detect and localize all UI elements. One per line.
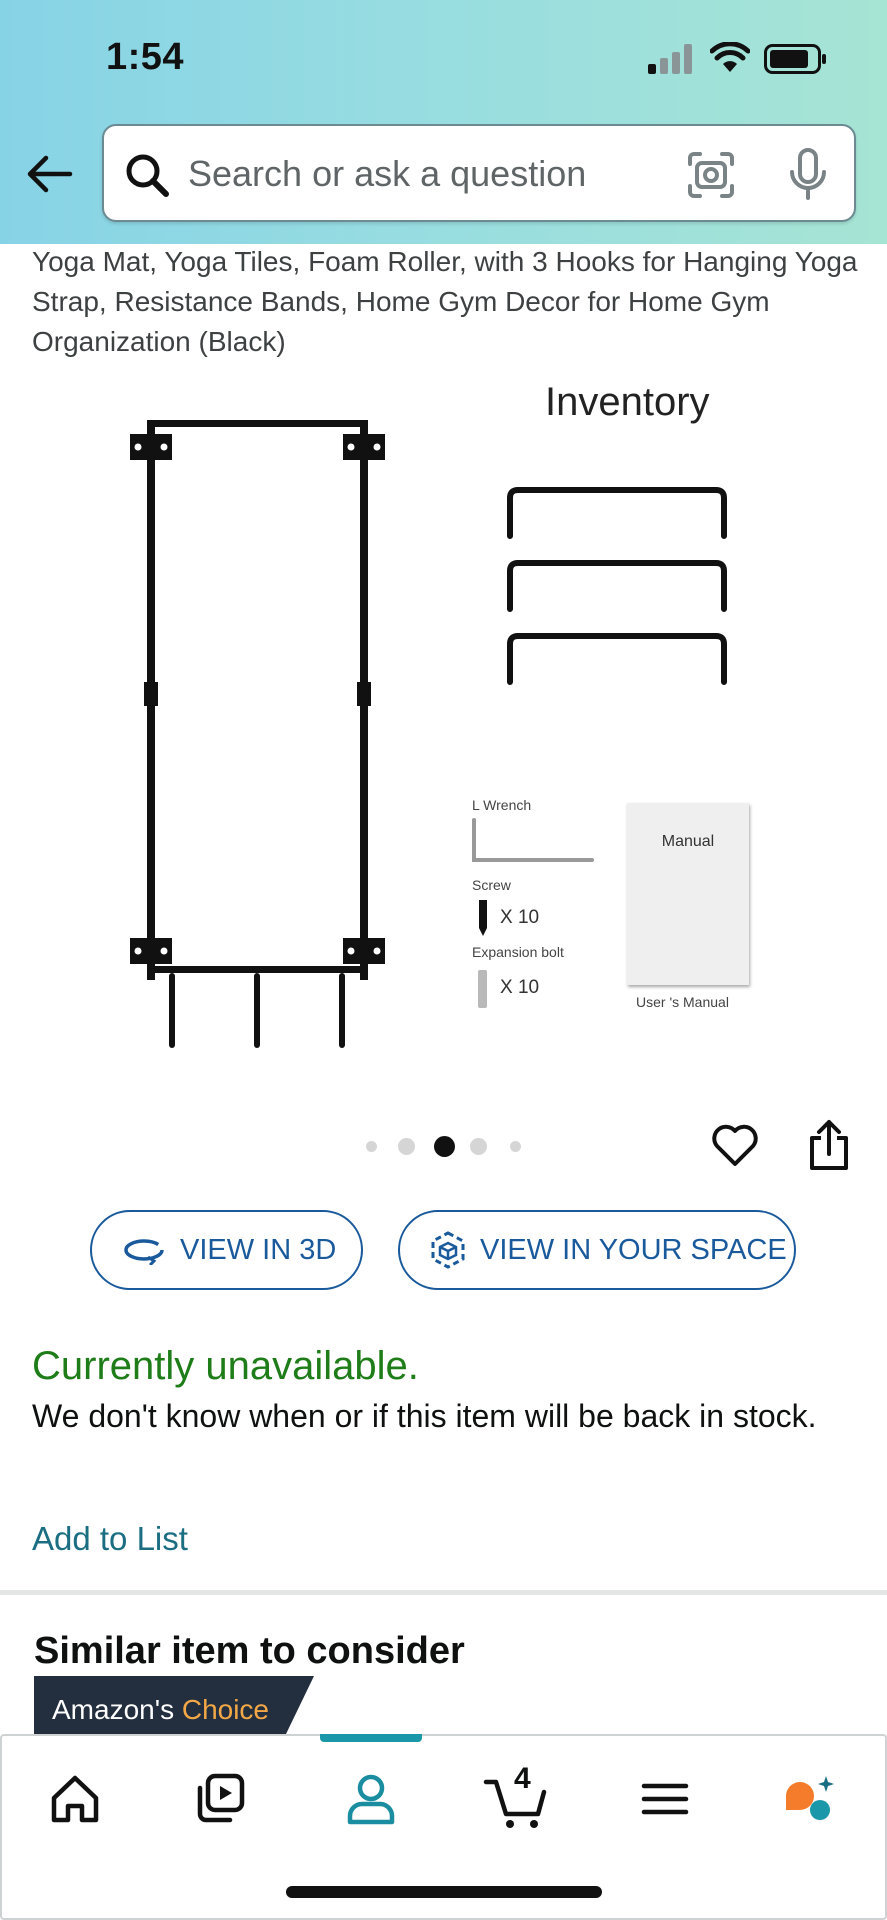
home-icon[interactable] (40, 1764, 110, 1834)
camera-lens-icon[interactable] (686, 150, 736, 200)
inventory-title: Inventory (545, 380, 710, 424)
availability-description: We don't know when or if this item will … (32, 1398, 817, 1434)
expansion-bolt-illustration (478, 970, 487, 1008)
screw-qty-label: X 10 (500, 907, 540, 928)
share-icon[interactable] (804, 1118, 854, 1172)
similar-item-heading: Similar item to consider (34, 1630, 465, 1672)
section-divider (0, 1590, 887, 1595)
product-title: Yoga Mat, Yoga Tiles, Foam Roller, with … (32, 246, 858, 357)
l-wrench-label: L Wrench (472, 797, 532, 813)
rack-frame-illustration (130, 420, 385, 1048)
bolt-qty-label: X 10 (500, 977, 540, 998)
heart-icon[interactable] (710, 1120, 760, 1170)
cart-count: 4 (514, 1762, 531, 1795)
manual-illustration: Manual (627, 803, 749, 985)
rotate-3d-icon (124, 1239, 164, 1265)
microphone-icon[interactable] (788, 148, 828, 202)
status-time: 1:54 (106, 36, 185, 78)
carousel-dots[interactable] (360, 1136, 530, 1157)
user-manual-label: User 's Manual (636, 994, 729, 1010)
carousel-dot-active[interactable] (434, 1136, 455, 1157)
menu-icon[interactable] (630, 1764, 700, 1834)
hook-bars-illustration (507, 487, 727, 685)
view-in-your-space-label: VIEW IN YOUR SPACE (480, 1233, 787, 1266)
amazons-choice-badge: Amazon's Choice (34, 1676, 314, 1734)
header: 1:54 (0, 0, 887, 244)
badge-prefix: Amazon's (52, 1694, 175, 1725)
screw-illustration (479, 900, 487, 936)
rufus-assistant-icon[interactable] (776, 1764, 846, 1834)
add-to-list-link[interactable]: Add to List (32, 1520, 188, 1558)
account-icon[interactable] (336, 1764, 406, 1834)
view-in-3d-button[interactable]: VIEW IN 3D (90, 1210, 363, 1290)
view-in-your-space-button[interactable]: VIEW IN YOUR SPACE (398, 1210, 796, 1290)
battery-icon (764, 44, 826, 74)
active-tab-indicator (320, 1734, 422, 1742)
ar-cube-icon (431, 1231, 465, 1269)
manual-label: Manual (661, 833, 715, 850)
search-bar[interactable] (102, 124, 856, 222)
availability-status: Currently unavailable. (32, 1344, 419, 1388)
carousel-dot[interactable] (510, 1141, 521, 1152)
back-arrow-icon[interactable] (26, 150, 74, 198)
search-icon (126, 154, 169, 197)
expansion-bolt-label: Expansion bolt (472, 944, 564, 960)
carousel-dot[interactable] (398, 1138, 415, 1155)
home-indicator (286, 1886, 602, 1898)
badge-accent: Choice (181, 1694, 270, 1725)
screw-label: Screw (472, 877, 511, 893)
l-wrench-illustration (472, 818, 594, 862)
view-in-3d-label: VIEW IN 3D (180, 1233, 337, 1266)
wifi-icon (710, 42, 750, 72)
cellular-signal-icon (648, 44, 692, 74)
video-icon[interactable] (186, 1764, 256, 1834)
carousel-dot[interactable] (470, 1138, 487, 1155)
carousel-dot[interactable] (366, 1141, 377, 1152)
search-input[interactable] (188, 148, 608, 200)
